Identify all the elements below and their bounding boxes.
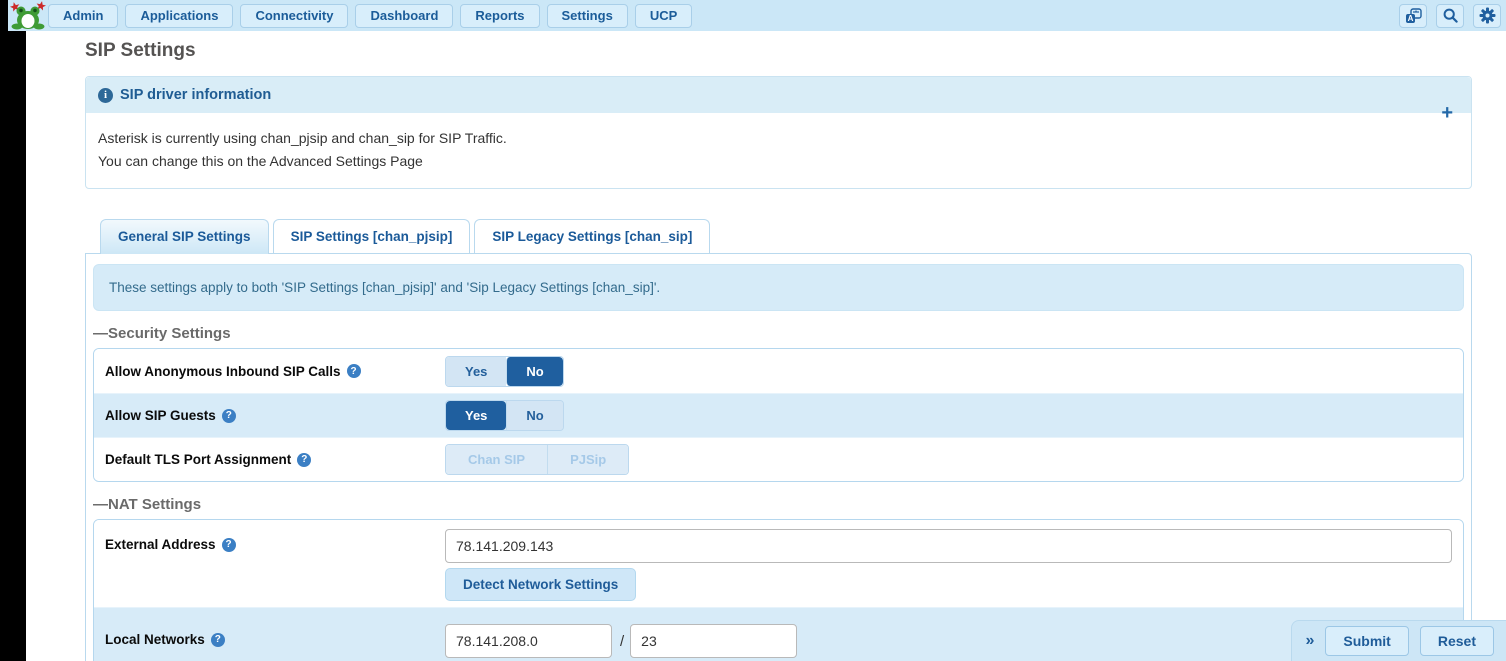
security-settings-title: Security Settings <box>108 325 231 342</box>
help-icon[interactable]: ? <box>347 364 361 378</box>
nav-item-connectivity[interactable]: Connectivity <box>240 4 348 28</box>
allow-anonymous-no-button[interactable]: No <box>506 357 562 386</box>
svg-text:A: A <box>1407 14 1413 23</box>
gear-icon <box>1479 7 1496 24</box>
default-tls-port-label: Default TLS Port Assignment ? <box>105 452 445 467</box>
external-address-control: Detect Network Settings <box>445 529 1452 601</box>
nat-settings-title: NAT Settings <box>108 496 201 513</box>
freepbx-logo[interactable] <box>8 0 48 31</box>
local-networks-label: Local Networks ? <box>105 632 445 647</box>
driver-info-line-2: You can change this on the Advanced Sett… <box>98 150 1459 173</box>
external-address-input[interactable] <box>445 529 1452 563</box>
page-root: Admin Applications Connectivity Dashboar… <box>0 0 1506 661</box>
security-settings-header[interactable]: —Security Settings <box>93 325 1464 342</box>
search-button[interactable] <box>1436 4 1464 28</box>
setting-row-external-address: External Address ? Detect Network Settin… <box>94 520 1463 607</box>
nav-item-applications[interactable]: Applications <box>125 4 233 28</box>
setting-row-local-networks: Local Networks ? / <box>94 607 1463 661</box>
nav-utility-group: A <box>1399 4 1501 28</box>
tab-general-sip-settings[interactable]: General SIP Settings <box>100 219 269 254</box>
tab-sip-settings-chan-pjsip[interactable]: SIP Settings [chan_pjsip] <box>273 219 471 253</box>
nat-settings-fieldset: External Address ? Detect Network Settin… <box>93 519 1464 661</box>
tab-sip-legacy-settings-chan-sip[interactable]: SIP Legacy Settings [chan_sip] <box>474 219 710 253</box>
help-icon[interactable]: ? <box>222 409 236 423</box>
help-icon[interactable]: ? <box>211 633 225 647</box>
collapse-icon: — <box>93 496 108 513</box>
reset-button[interactable]: Reset <box>1420 626 1494 656</box>
language-icon: A <box>1405 8 1422 24</box>
external-address-label-text: External Address <box>105 537 216 552</box>
setting-row-default-tls-port: Default TLS Port Assignment ? Chan SIP P… <box>94 437 1463 481</box>
sip-driver-info-panel: i SIP driver information + Asterisk is c… <box>85 76 1472 189</box>
page-title: SIP Settings <box>85 40 1472 62</box>
default-tls-port-toggle: Chan SIP PJSip <box>445 444 629 475</box>
allow-anonymous-label: Allow Anonymous Inbound SIP Calls ? <box>105 364 445 379</box>
network-mask-separator: / <box>620 633 624 650</box>
allow-anonymous-label-text: Allow Anonymous Inbound SIP Calls <box>105 364 341 379</box>
help-icon[interactable]: ? <box>222 538 236 552</box>
collapse-icon: — <box>93 325 108 342</box>
allow-sip-guests-toggle: Yes No <box>445 400 564 431</box>
settings-gear-button[interactable] <box>1473 4 1501 28</box>
default-tls-port-label-text: Default TLS Port Assignment <box>105 452 291 467</box>
sip-driver-info-title: SIP driver information <box>120 87 271 103</box>
nav-item-dashboard[interactable]: Dashboard <box>355 4 453 28</box>
sip-settings-tabs: General SIP Settings SIP Settings [chan_… <box>100 219 1472 253</box>
language-button[interactable]: A <box>1399 4 1427 28</box>
setting-row-allow-anonymous: Allow Anonymous Inbound SIP Calls ? Yes … <box>94 349 1463 393</box>
sip-driver-info-body: Asterisk is currently using chan_pjsip a… <box>86 113 1471 188</box>
default-tls-pjsip-button: PJSip <box>547 445 628 474</box>
allow-sip-guests-label-text: Allow SIP Guests <box>105 408 216 423</box>
nav-menu: Admin Applications Connectivity Dashboar… <box>48 4 692 28</box>
allow-sip-guests-no-button[interactable]: No <box>506 401 562 430</box>
detect-network-settings-button[interactable]: Detect Network Settings <box>445 568 636 601</box>
nav-item-admin[interactable]: Admin <box>48 4 118 28</box>
submit-button[interactable]: Submit <box>1325 626 1408 656</box>
setting-row-allow-sip-guests: Allow SIP Guests ? Yes No <box>94 393 1463 437</box>
driver-info-line-1: Asterisk is currently using chan_pjsip a… <box>98 127 1459 150</box>
local-networks-label-text: Local Networks <box>105 632 205 647</box>
local-network-mask-input[interactable] <box>630 624 797 658</box>
collapse-toolbar-icon[interactable]: » <box>1306 632 1315 650</box>
settings-scope-alert: These settings apply to both 'SIP Settin… <box>93 264 1464 311</box>
main-content: SIP Settings i SIP driver information + … <box>26 31 1506 661</box>
allow-anonymous-control: Yes No <box>445 356 1452 387</box>
allow-sip-guests-control: Yes No <box>445 400 1452 431</box>
help-icon[interactable]: ? <box>297 453 311 467</box>
external-address-label: External Address ? <box>105 537 445 552</box>
allow-sip-guests-label: Allow SIP Guests ? <box>105 408 445 423</box>
allow-anonymous-toggle: Yes No <box>445 356 564 387</box>
security-settings-fieldset: Allow Anonymous Inbound SIP Calls ? Yes … <box>93 348 1464 482</box>
local-network-ip-input[interactable] <box>445 624 612 658</box>
general-sip-settings-pane: These settings apply to both 'SIP Settin… <box>85 253 1472 661</box>
info-icon: i <box>98 88 113 103</box>
default-tls-chan-sip-button: Chan SIP <box>446 445 547 474</box>
allow-anonymous-yes-button[interactable]: Yes <box>446 357 506 386</box>
default-tls-port-control: Chan SIP PJSip <box>445 444 1452 475</box>
search-icon <box>1443 8 1458 23</box>
allow-sip-guests-yes-button[interactable]: Yes <box>446 401 506 430</box>
floating-action-bar: » Submit Reset <box>1291 620 1506 661</box>
nav-item-settings[interactable]: Settings <box>547 4 628 28</box>
nav-item-reports[interactable]: Reports <box>460 4 539 28</box>
sip-driver-info-header[interactable]: i SIP driver information <box>86 77 1471 113</box>
expand-icon[interactable]: + <box>1441 103 1453 123</box>
nat-settings-header[interactable]: —NAT Settings <box>93 496 1464 513</box>
frog-logo-icon <box>10 1 46 30</box>
nav-item-ucp[interactable]: UCP <box>635 4 692 28</box>
top-nav: Admin Applications Connectivity Dashboar… <box>8 0 1506 31</box>
